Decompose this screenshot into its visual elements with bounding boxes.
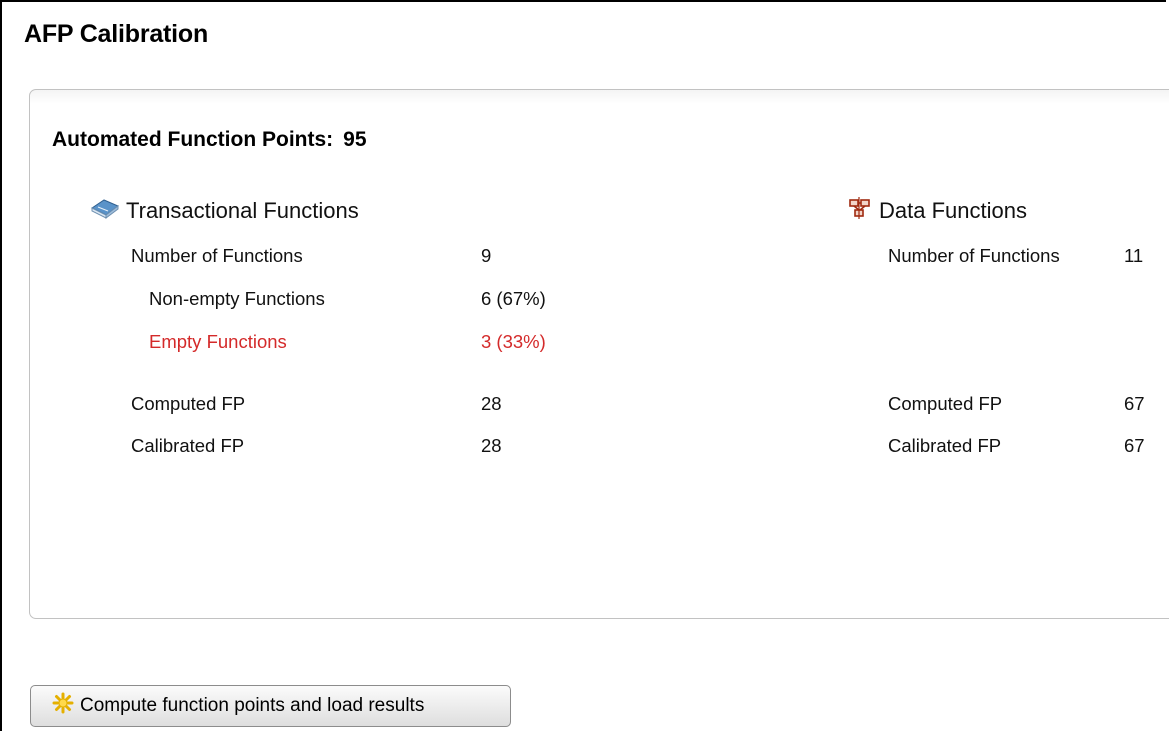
gear-icon [52, 692, 74, 720]
transactional-functions-title: Transactional Functions [126, 198, 359, 223]
page-title: AFP Calibration [24, 20, 209, 48]
compute-function-points-button[interactable]: Compute function points and load results [30, 685, 511, 727]
data-functions-title: Data Functions [879, 198, 1027, 223]
df-computed-fp-value: 67 [1124, 393, 1145, 414]
tf-non-empty-functions-label: Non-empty Functions [149, 288, 325, 309]
tf-non-empty-functions-value: 6 (67%) [481, 288, 546, 309]
tf-number-of-functions-value: 9 [481, 245, 492, 266]
data-functions-header: Data Functions [847, 196, 1027, 226]
df-calibrated-fp-label: Calibrated FP [888, 435, 1002, 456]
afp-summary: Automated Function Points: 95 [52, 128, 367, 152]
compute-button-label: Compute function points and load results [80, 695, 425, 716]
tf-computed-fp-value: 28 [481, 393, 502, 414]
data-structure-icon [847, 196, 873, 226]
tf-calibrated-fp-label: Calibrated FP [131, 435, 245, 456]
tf-number-of-functions-label: Number of Functions [131, 245, 303, 266]
afp-summary-value: 95 [343, 128, 367, 151]
tf-empty-functions-value: 3 (33%) [481, 331, 546, 352]
afp-summary-label: Automated Function Points: [52, 128, 334, 151]
df-calibrated-fp-value: 67 [1124, 435, 1145, 456]
tf-empty-functions-label: Empty Functions [149, 331, 287, 352]
transactional-functions-header: Transactional Functions [90, 196, 359, 226]
df-number-of-functions-label: Number of Functions [888, 245, 1060, 266]
book-icon [90, 196, 120, 226]
df-number-of-functions-value: 11 [1124, 245, 1144, 266]
calibration-panel [29, 89, 1169, 619]
df-computed-fp-label: Computed FP [888, 393, 1003, 414]
tf-calibrated-fp-value: 28 [481, 435, 502, 456]
tf-computed-fp-label: Computed FP [131, 393, 246, 414]
